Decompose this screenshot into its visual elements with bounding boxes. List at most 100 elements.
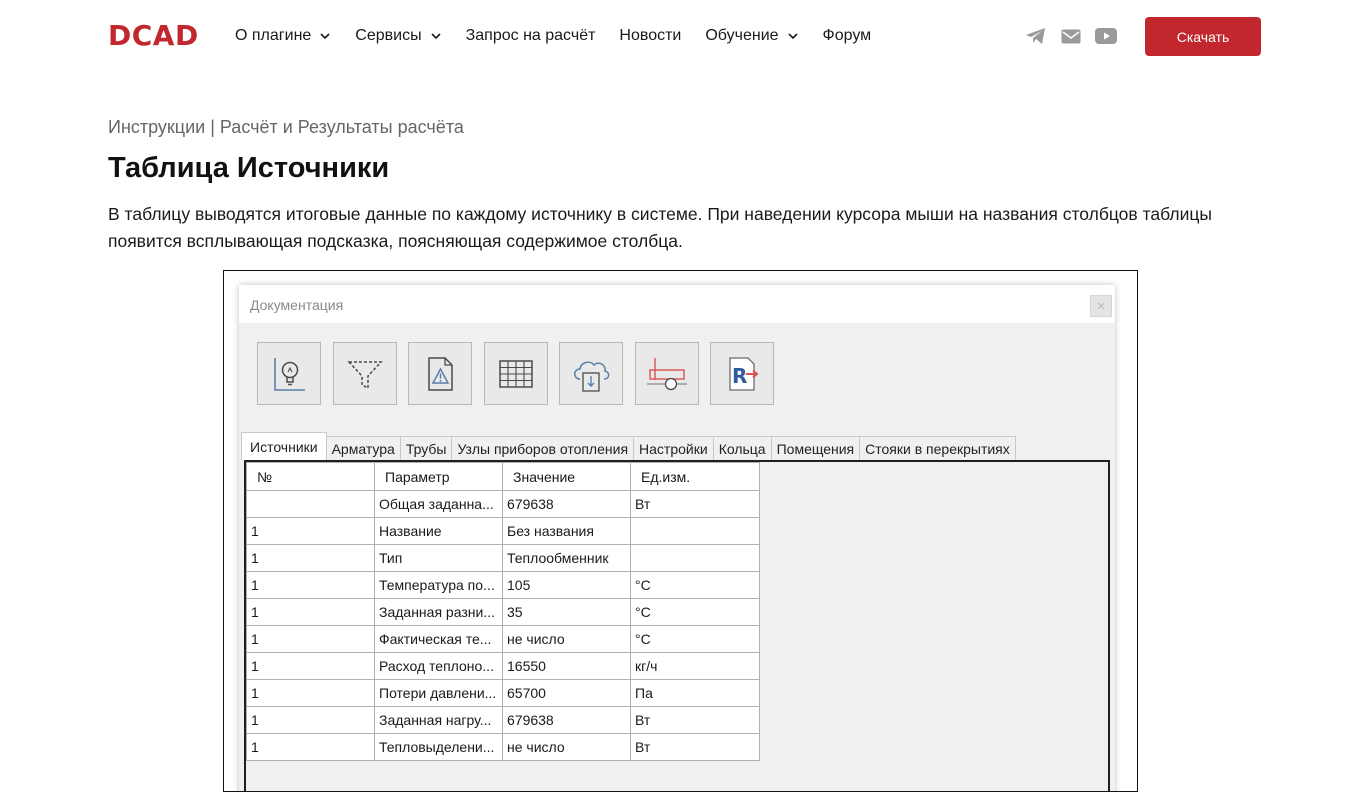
table-cell: 679638 bbox=[502, 490, 631, 518]
tab-rings[interactable]: Кольца bbox=[712, 436, 772, 460]
table-cell bbox=[630, 544, 760, 572]
table-row[interactable]: 1 Название Без названия bbox=[246, 517, 760, 545]
main-nav: О плагине Сервисы Запрос на расчёт Новос… bbox=[235, 25, 895, 47]
table-cell: 1 bbox=[246, 544, 375, 572]
table-cell: Заданная разни... bbox=[374, 598, 503, 626]
svg-text:R: R bbox=[732, 364, 747, 388]
sources-table: № Параметр Значение Ед.изм. Общая заданн… bbox=[246, 462, 760, 761]
nav-item-calc-request[interactable]: Запрос на расчёт bbox=[466, 25, 596, 47]
pipe-scheme-icon[interactable] bbox=[635, 342, 699, 405]
lightbulb-chart-icon[interactable] bbox=[257, 342, 321, 405]
nav-item-label: О плагине bbox=[235, 27, 312, 44]
nav-item-services[interactable]: Сервисы bbox=[355, 25, 441, 47]
table-row[interactable]: 1 Расход теплоно... 16550 кг/ч bbox=[246, 652, 760, 680]
table-cell: °С bbox=[630, 598, 760, 626]
chevron-down-icon bbox=[787, 33, 798, 40]
table-cell: Тепловыделени... bbox=[374, 733, 503, 761]
table-cell: Без названия bbox=[502, 517, 631, 545]
table-row[interactable]: Общая заданна... 679638 Вт bbox=[246, 490, 760, 518]
table-cell: Вт bbox=[630, 490, 760, 518]
documentation-window: Документация R Источники Арматура Трубы … bbox=[239, 285, 1115, 791]
table-row[interactable]: 1 Потери давлени... 65700 Па bbox=[246, 679, 760, 707]
column-header-parameter[interactable]: Параметр bbox=[374, 462, 503, 491]
tab-sources[interactable]: Источники bbox=[241, 432, 327, 460]
table-cell: 1 bbox=[246, 598, 375, 626]
table-cell: Фактическая те... bbox=[374, 625, 503, 653]
column-header-unit[interactable]: Ед.изм. bbox=[630, 462, 760, 491]
telegram-icon[interactable] bbox=[1024, 26, 1048, 46]
nav-item-label: Новости bbox=[619, 27, 682, 44]
nav-item-label: Обучение bbox=[705, 27, 779, 44]
nav-item-label: Запрос на расчёт bbox=[465, 27, 596, 44]
nav-item-news[interactable]: Новости bbox=[619, 25, 681, 47]
tab-bar: Источники Арматура Трубы Узлы приборов о… bbox=[241, 432, 1016, 460]
filter-icon[interactable] bbox=[333, 342, 397, 405]
warning-document-icon[interactable] bbox=[408, 342, 472, 405]
table-cell: Па bbox=[630, 679, 760, 707]
table-row[interactable]: 1 Температура по... 105 °С bbox=[246, 571, 760, 599]
table-cell: кг/ч bbox=[630, 652, 760, 680]
close-button[interactable] bbox=[1090, 295, 1112, 317]
table-row[interactable]: 1 Тепловыделени... не число Вт bbox=[246, 733, 760, 761]
table-cell: 1 bbox=[246, 733, 375, 761]
table-icon[interactable] bbox=[484, 342, 548, 405]
download-button[interactable]: Скачать bbox=[1145, 17, 1261, 56]
column-header-value[interactable]: Значение bbox=[502, 462, 631, 491]
chevron-down-icon bbox=[320, 33, 330, 40]
table-cell bbox=[630, 517, 760, 545]
table-cell: 1 bbox=[246, 625, 375, 653]
breadcrumb[interactable]: Инструкции | Расчёт и Результаты расчёта bbox=[108, 116, 464, 138]
revit-export-icon[interactable]: R bbox=[710, 342, 774, 405]
tab-pipes[interactable]: Трубы bbox=[399, 436, 453, 460]
table-cell: 1 bbox=[246, 571, 375, 599]
table-row[interactable]: 1 Фактическая те... не число °С bbox=[246, 625, 760, 653]
table-cell: Заданная нагру... bbox=[374, 706, 503, 734]
table-cell: 35 bbox=[502, 598, 631, 626]
table-cell: не число bbox=[502, 625, 631, 653]
table-cell: Теплообменник bbox=[502, 544, 631, 572]
table-cell: Вт bbox=[630, 733, 760, 761]
nav-item-forum[interactable]: Форум bbox=[823, 25, 872, 47]
column-header-number[interactable]: № bbox=[246, 462, 375, 491]
table-header-row: № Параметр Значение Ед.изм. bbox=[246, 462, 760, 491]
page-title: Таблица Источники bbox=[108, 152, 390, 184]
tab-settings[interactable]: Настройки bbox=[633, 436, 714, 460]
tab-rooms[interactable]: Помещения bbox=[770, 436, 861, 460]
table-cell: Температура по... bbox=[374, 571, 503, 599]
mail-icon[interactable] bbox=[1059, 26, 1083, 46]
intro-paragraph: В таблицу выводятся итоговые данные по к… bbox=[108, 204, 1212, 251]
table-row[interactable]: 1 Заданная нагру... 679638 Вт bbox=[246, 706, 760, 734]
nav-item-learning[interactable]: Обучение bbox=[705, 25, 798, 47]
window-titlebar: Документация bbox=[239, 285, 1115, 323]
table-cell: 1 bbox=[246, 652, 375, 680]
tab-heater-nodes[interactable]: Узлы приборов отопления bbox=[451, 436, 635, 460]
table-row[interactable]: 1 Тип Теплообменник bbox=[246, 544, 760, 572]
table-cell: не число bbox=[502, 733, 631, 761]
tab-risers[interactable]: Стояки в перекрытиях bbox=[859, 436, 1016, 460]
chevron-down-icon bbox=[431, 33, 441, 40]
nav-item-label: Форум bbox=[822, 27, 872, 44]
logo[interactable]: DCAD bbox=[108, 19, 199, 53]
table-cell: 679638 bbox=[502, 706, 631, 734]
cloud-download-icon[interactable] bbox=[559, 342, 623, 405]
site-header: DCAD О плагине Сервисы Запрос на расчёт … bbox=[0, 0, 1366, 72]
table-cell: Общая заданна... bbox=[374, 490, 503, 518]
close-icon bbox=[1097, 302, 1105, 310]
table-cell: 1 bbox=[246, 517, 375, 545]
screenshot-figure: Документация R Источники Арматура Трубы … bbox=[223, 270, 1138, 792]
nav-item-label: Сервисы bbox=[355, 27, 422, 44]
nav-item-about[interactable]: О плагине bbox=[235, 25, 331, 47]
table-cell: Расход теплоно... bbox=[374, 652, 503, 680]
window-title: Документация bbox=[250, 297, 344, 313]
table-row[interactable]: 1 Заданная разни... 35 °С bbox=[246, 598, 760, 626]
youtube-icon[interactable] bbox=[1094, 26, 1118, 46]
social-links bbox=[1024, 26, 1129, 46]
table-cell: 1 bbox=[246, 706, 375, 734]
table-cell: Тип bbox=[374, 544, 503, 572]
table-cell: Потери давлени... bbox=[374, 679, 503, 707]
sources-grid: № Параметр Значение Ед.изм. Общая заданн… bbox=[244, 460, 1110, 791]
table-cell: °С bbox=[630, 625, 760, 653]
table-cell: 65700 bbox=[502, 679, 631, 707]
tab-fittings[interactable]: Арматура bbox=[325, 436, 401, 460]
table-cell bbox=[246, 490, 375, 518]
